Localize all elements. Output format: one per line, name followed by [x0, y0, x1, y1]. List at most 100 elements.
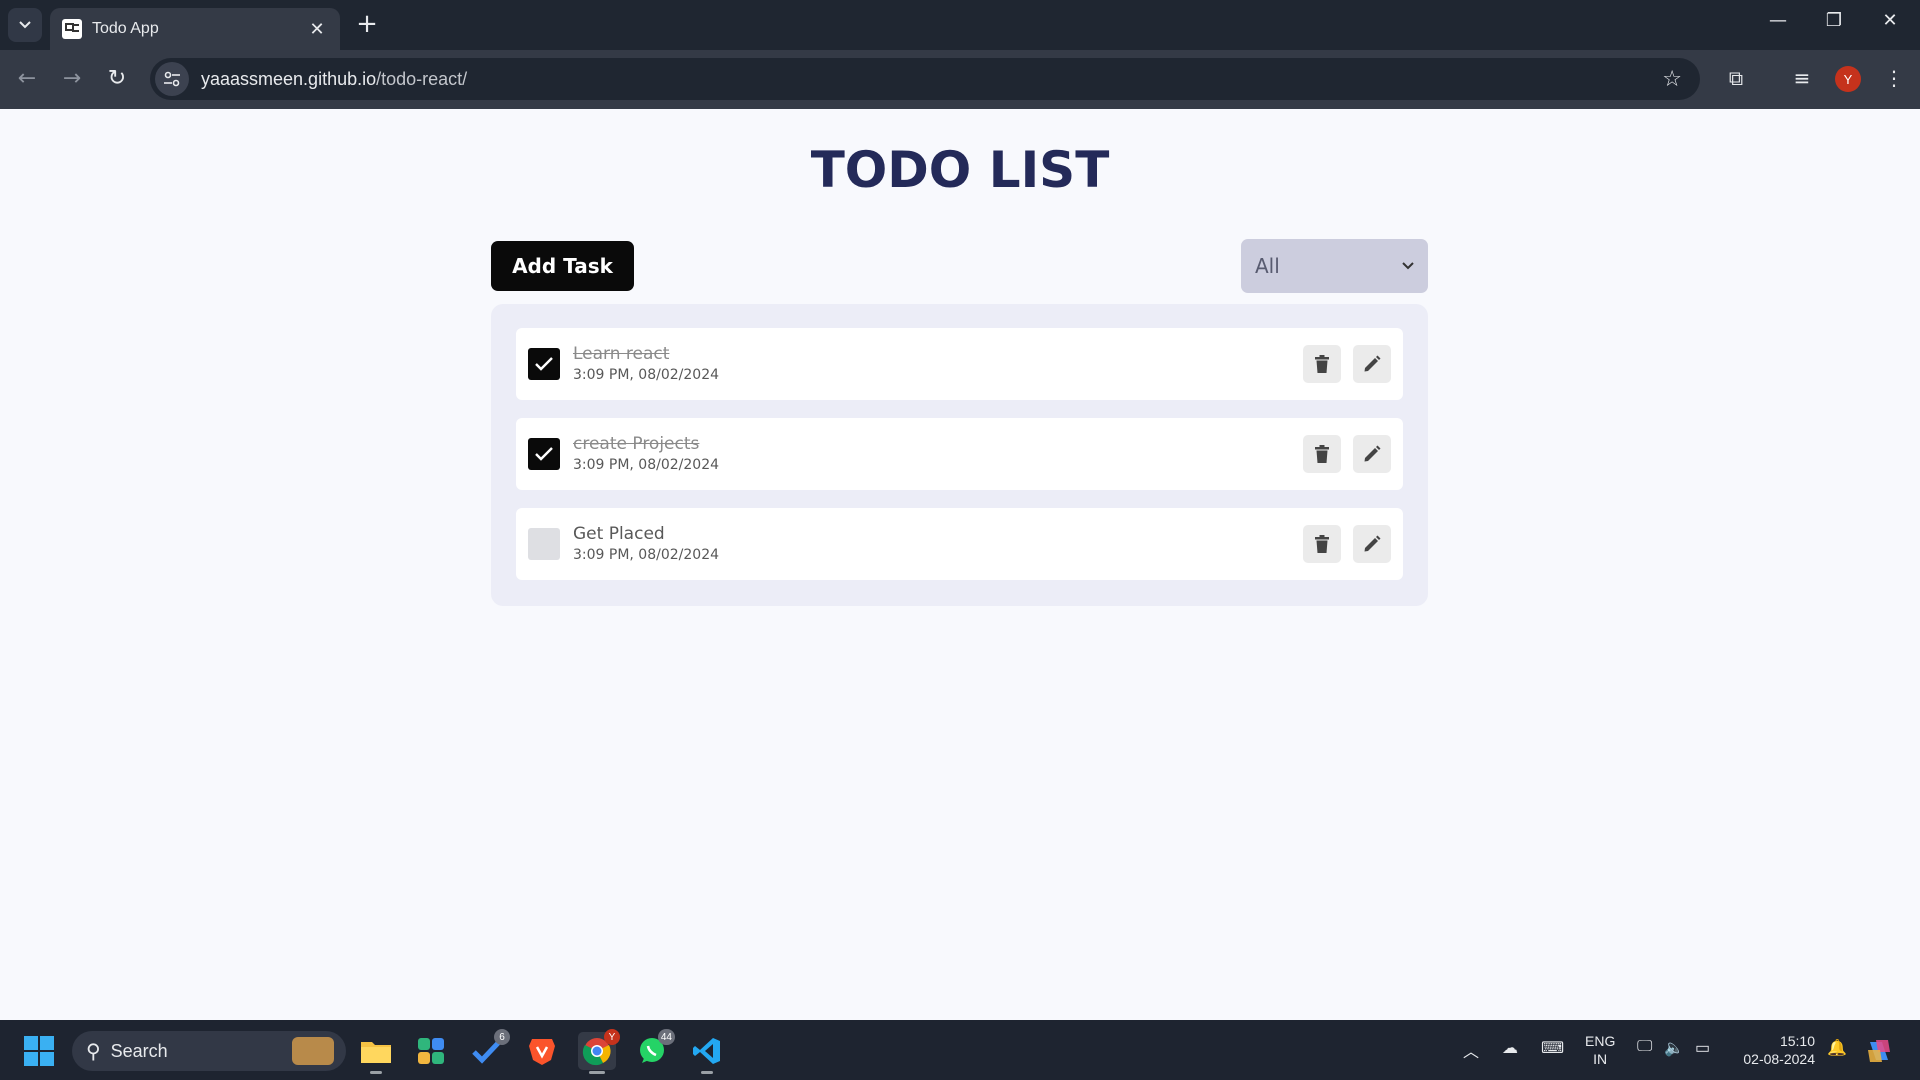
os-taskbar: ⚲ Search 6 Y 44 ︿ ☁ ⌨ ENG IN 🖵 🔈 ▭ 15:10… [0, 1020, 1920, 1080]
touch-keyboard-icon[interactable]: ⌨ [1541, 1038, 1564, 1058]
brave-browser-icon[interactable] [523, 1032, 561, 1070]
battery-icon[interactable]: ▭ [1695, 1038, 1710, 1058]
todo-title: create Projects [573, 434, 700, 454]
profile-badge: Y [604, 1029, 620, 1045]
url-host: yaaassmeen.github.io [201, 68, 377, 89]
network-icon[interactable]: 🖵 [1637, 1038, 1652, 1056]
todo-app-taskbar-icon[interactable]: 6 [468, 1029, 510, 1070]
edit-button[interactable] [1353, 435, 1391, 473]
page-title: TODO LIST [810, 141, 1110, 199]
bookmark-star-icon[interactable]: ☆ [1662, 67, 1682, 92]
windows-start-icon[interactable] [24, 1036, 54, 1066]
page-content: TODO LIST Add Task All Learn react 3:09 … [0, 109, 1920, 1020]
running-indicator [370, 1071, 382, 1074]
todo-checkbox[interactable] [528, 528, 560, 560]
todo-item: Learn react 3:09 PM, 08/02/2024 [516, 328, 1403, 400]
tab-title: Todo App [92, 20, 159, 37]
notifications-bell-icon[interactable]: 🔔 [1827, 1038, 1847, 1058]
system-clock[interactable]: 15:10 02-08-2024 [1735, 1032, 1815, 1068]
pencil-icon [1364, 445, 1381, 462]
language-indicator[interactable]: ENG IN [1585, 1032, 1615, 1068]
volume-icon[interactable]: 🔈 [1664, 1038, 1684, 1058]
minimize-icon[interactable]: — [1758, 10, 1798, 31]
add-task-button[interactable]: Add Task [491, 241, 634, 291]
menu-kebab-icon[interactable]: ⋮ [1880, 66, 1908, 90]
running-indicator [701, 1071, 713, 1074]
widgets-icon [418, 1038, 444, 1064]
reload-icon[interactable]: ↻ [102, 64, 132, 94]
browser-tab[interactable]: Todo App ✕ [50, 8, 340, 50]
todo-text: Learn react 3:09 PM, 08/02/2024 [573, 343, 1291, 385]
folder-icon [361, 1042, 391, 1063]
browser-toolbar: ← → ↻ yaaassmeen.github.io/todo-react/ ☆… [0, 50, 1920, 140]
status-filter-select[interactable]: All [1241, 239, 1428, 293]
start-tile [40, 1052, 54, 1066]
back-icon[interactable]: ← [12, 64, 42, 94]
start-tile [24, 1036, 38, 1050]
url-text[interactable]: yaaassmeen.github.io/todo-react/ [201, 69, 1662, 90]
file-explorer-icon[interactable] [357, 1032, 395, 1074]
todo-item: create Projects 3:09 PM, 08/02/2024 [516, 418, 1403, 490]
notification-badge: 6 [494, 1029, 510, 1045]
taskbar-search-label: Search [110, 1040, 168, 1061]
todo-item: Get Placed 3:09 PM, 08/02/2024 [516, 508, 1403, 580]
site-info-icon[interactable] [155, 62, 189, 96]
notification-badge: 44 [657, 1029, 675, 1045]
search-icon: ⚲ [86, 1040, 101, 1063]
close-tab-icon[interactable]: ✕ [306, 19, 328, 40]
filter-selected-value: All [1255, 254, 1280, 278]
check-icon [535, 357, 553, 371]
todo-timestamp: 3:09 PM, 08/02/2024 [573, 457, 720, 473]
language-region: IN [1593, 1051, 1608, 1067]
taskbar-search-box[interactable]: ⚲ Search [72, 1031, 346, 1071]
chevron-down-icon [1402, 262, 1414, 270]
whatsapp-icon[interactable]: 44 [633, 1029, 675, 1070]
delete-button[interactable] [1303, 525, 1341, 563]
new-tab-button[interactable]: + [352, 10, 382, 38]
todo-timestamp: 3:09 PM, 08/02/2024 [573, 547, 720, 563]
delete-button[interactable] [1303, 345, 1341, 383]
todo-title: Learn react [573, 344, 670, 364]
trash-icon [1315, 535, 1329, 553]
extensions-icon[interactable]: ⧉ [1722, 66, 1750, 90]
copilot-icon[interactable] [1860, 1032, 1898, 1070]
start-tile [40, 1036, 54, 1050]
url-path: /todo-react/ [376, 68, 468, 89]
tune-icon [164, 71, 180, 87]
trash-icon [1315, 355, 1329, 373]
code-editor-icon [693, 1038, 720, 1064]
language-code: ENG [1585, 1033, 1616, 1049]
widgets-app-icon[interactable] [412, 1032, 450, 1070]
close-window-icon[interactable]: ✕ [1870, 10, 1910, 31]
browser-tab-bar: Todo App ✕ + — ❐ ✕ [0, 0, 1920, 50]
todo-checkbox[interactable] [528, 438, 560, 470]
check-icon [535, 447, 553, 461]
todo-favicon-icon [62, 19, 82, 39]
profile-avatar[interactable]: Y [1835, 66, 1861, 92]
chrome-browser-icon[interactable]: Y [578, 1029, 620, 1074]
vscode-icon[interactable] [688, 1032, 726, 1074]
pencil-icon [1364, 355, 1381, 372]
forward-icon[interactable]: → [57, 64, 87, 94]
todo-list: Learn react 3:09 PM, 08/02/2024 create P… [491, 304, 1428, 606]
lion-shield-icon [529, 1039, 555, 1065]
media-control-icon[interactable]: ≡ [1788, 66, 1816, 90]
todo-timestamp: 3:09 PM, 08/02/2024 [573, 367, 720, 383]
address-bar[interactable]: yaaassmeen.github.io/todo-react/ ☆ [150, 58, 1700, 100]
cloud-offline-icon[interactable]: ☁ [1502, 1038, 1518, 1058]
todo-title: Get Placed [573, 524, 665, 544]
todo-checkbox[interactable] [528, 348, 560, 380]
todo-text: Get Placed 3:09 PM, 08/02/2024 [573, 523, 1291, 565]
edit-button[interactable] [1353, 345, 1391, 383]
chevron-down-icon [19, 21, 31, 29]
clock-date: 02-08-2024 [1743, 1051, 1815, 1067]
running-indicator [589, 1071, 605, 1074]
todo-text: create Projects 3:09 PM, 08/02/2024 [573, 433, 1291, 475]
edit-button[interactable] [1353, 525, 1391, 563]
restore-icon[interactable]: ❐ [1814, 10, 1854, 31]
pencil-icon [1364, 535, 1381, 552]
delete-button[interactable] [1303, 435, 1341, 473]
tab-search-button[interactable] [8, 8, 42, 42]
show-hidden-icons-chevron-icon[interactable]: ︿ [1463, 1038, 1479, 1062]
trash-icon [1315, 445, 1329, 463]
